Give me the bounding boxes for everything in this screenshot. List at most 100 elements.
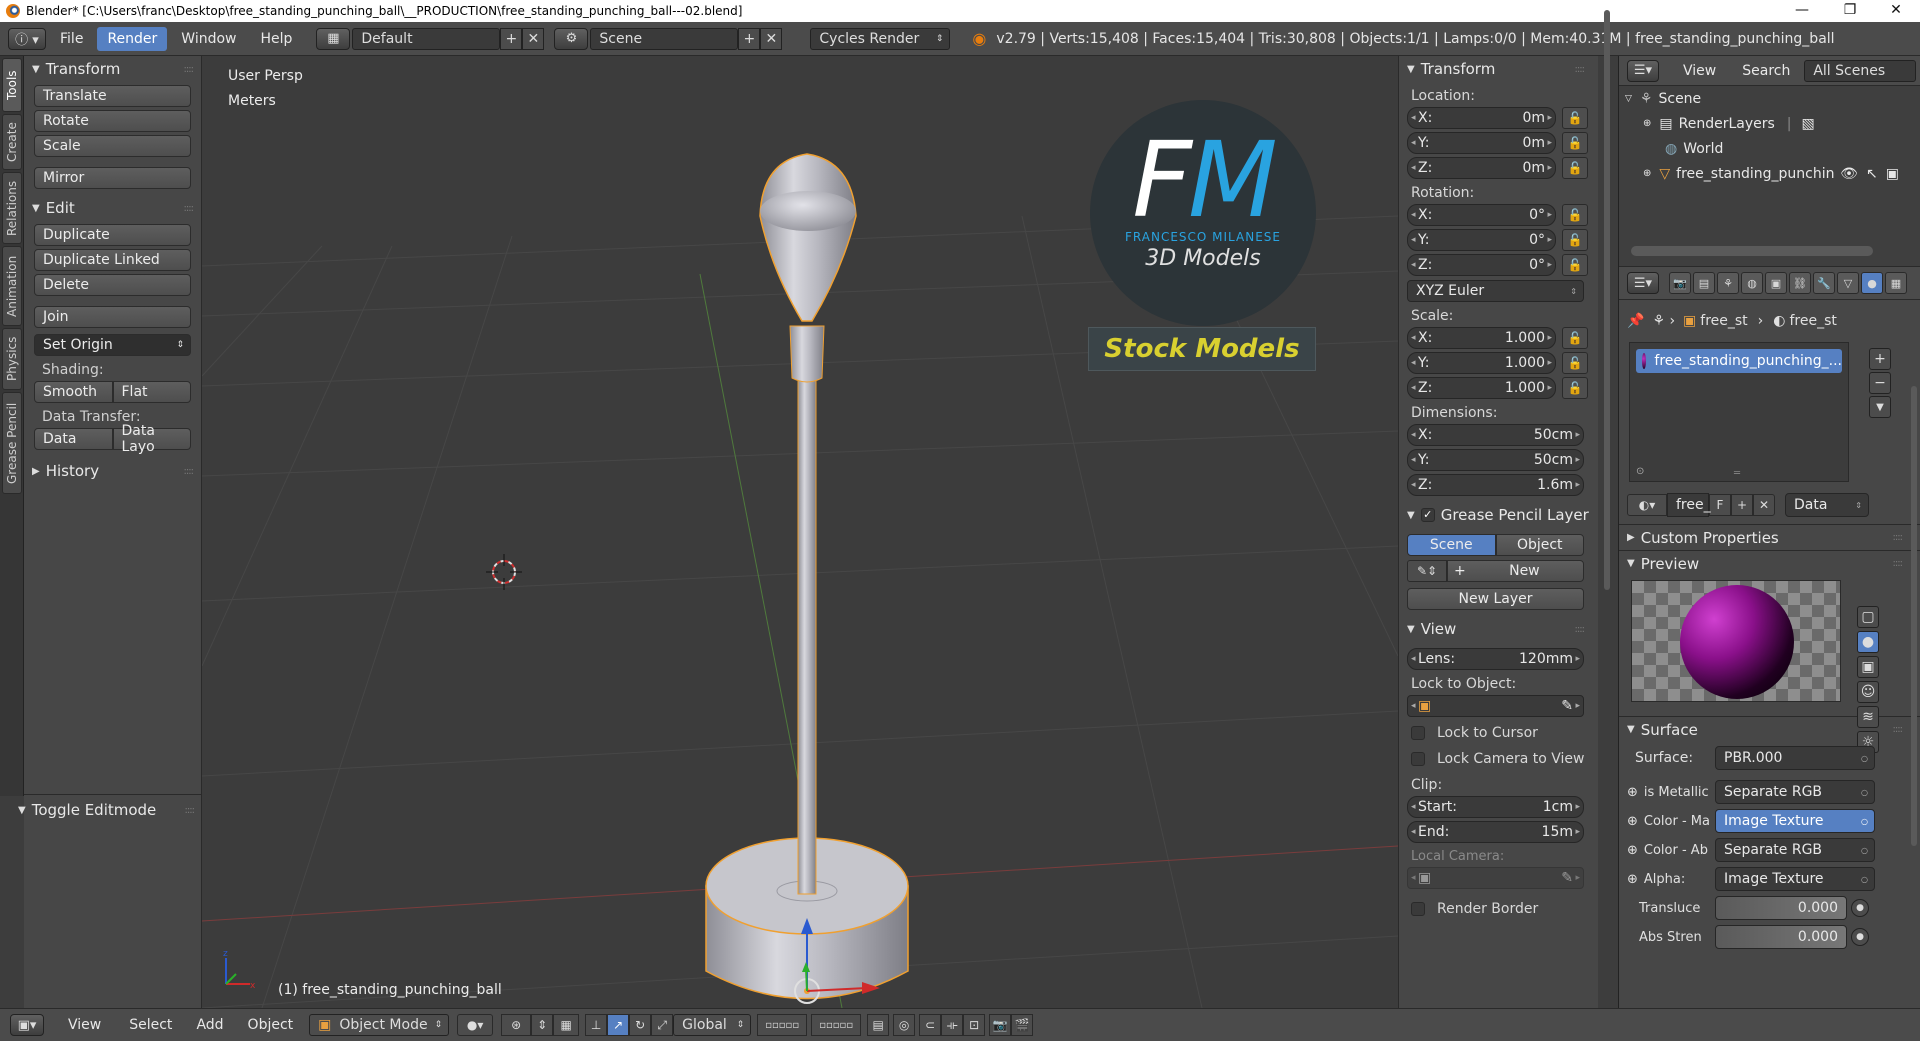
panel-grip-icon[interactable]: ::::: [185, 805, 196, 816]
preview-flat-icon[interactable]: ▢: [1857, 606, 1879, 628]
modifiers-tab-icon[interactable]: 🔧: [1813, 272, 1835, 294]
fake-user-button[interactable]: F: [1709, 494, 1731, 516]
expand-icon[interactable]: ⊕: [1627, 785, 1638, 800]
maximize-button[interactable]: ❐: [1830, 0, 1870, 22]
material-tab-icon[interactable]: ●: [1861, 272, 1883, 294]
lock-object-field[interactable]: ▣✎: [1407, 695, 1584, 717]
join-button[interactable]: Join: [34, 306, 191, 328]
lock-icon[interactable]: 🔓: [1562, 377, 1588, 399]
expand-plus-icon[interactable]: ⊕: [1643, 118, 1651, 129]
menu-window[interactable]: Window: [171, 27, 246, 51]
render-camera-icon[interactable]: ▣: [1886, 166, 1899, 182]
renderlayer-icon[interactable]: ▧: [1802, 116, 1815, 132]
world-tab-icon[interactable]: ◍: [1741, 272, 1763, 294]
flat-button[interactable]: Flat: [112, 381, 191, 403]
lock-icon[interactable]: 🔓: [1562, 229, 1588, 251]
pivot-point-icon[interactable]: ⊛: [501, 1014, 532, 1036]
material-name-field[interactable]: free_: [1667, 493, 1711, 517]
selectable-arrow-icon[interactable]: ↖: [1866, 166, 1878, 182]
transform-panel-header[interactable]: ▼ Transform ::::: [24, 56, 201, 82]
3d-viewport[interactable]: User Persp Meters FM FRANCESCO MILANESE …: [202, 56, 1398, 1008]
mirror-button[interactable]: Mirror: [34, 167, 191, 189]
lens-field[interactable]: Lens: 120mm: [1407, 648, 1584, 670]
clip-start-field[interactable]: Start: 1cm: [1407, 796, 1584, 818]
expand-icon[interactable]: ⊕: [1627, 843, 1638, 858]
rotation-mode-dropdown[interactable]: XYZ Euler ⇕: [1407, 280, 1584, 302]
lock-icon[interactable]: 🔓: [1562, 352, 1588, 374]
editor-type-button[interactable]: ⓘ ▾: [8, 27, 46, 50]
input-link-color-ab[interactable]: Separate RGB ○: [1715, 838, 1875, 862]
3d-view-editor-type-icon[interactable]: ▣▾: [10, 1014, 44, 1036]
opengl-anim-icon[interactable]: 🎬: [1011, 1014, 1034, 1036]
socket-icon[interactable]: ●: [1851, 899, 1869, 917]
lock-to-cursor-row[interactable]: Lock to Cursor: [1411, 725, 1598, 741]
layers-group-2[interactable]: ▫▫▫▫▫: [811, 1014, 862, 1036]
location-z-field[interactable]: Z: 0m: [1407, 157, 1556, 179]
expand-plus-icon[interactable]: ⊕: [1643, 168, 1651, 179]
unlink-material-icon[interactable]: ✕: [1753, 494, 1775, 516]
scale-x-field[interactable]: X: 1.000: [1407, 327, 1556, 349]
punching-ball-model[interactable]: [692, 96, 932, 1008]
grease-pencil-checkbox[interactable]: ✓: [1420, 508, 1435, 522]
outliner-display-mode[interactable]: All Scenes: [1804, 59, 1917, 82]
constraints-tab-icon[interactable]: ⛓: [1789, 272, 1811, 294]
abs-strength-slider[interactable]: 0.000: [1715, 925, 1847, 949]
panel-grip-icon[interactable]: ::::: [1575, 624, 1586, 635]
lock-icon[interactable]: 🔓: [1562, 327, 1588, 349]
location-x-field[interactable]: X: 0m: [1407, 107, 1556, 129]
material-browse-icon[interactable]: ◐▾: [1627, 494, 1667, 516]
tab-relations[interactable]: Relations: [2, 172, 22, 244]
preview-sphere-icon[interactable]: ●: [1857, 631, 1879, 653]
new-layer-button[interactable]: New Layer: [1407, 588, 1584, 610]
screen-layout-icon[interactable]: ▦: [316, 27, 351, 50]
panel-grip-icon[interactable]: ::::: [184, 466, 195, 477]
pin-icon[interactable]: 📌: [1627, 313, 1644, 329]
history-panel-header[interactable]: ▶ History ::::: [24, 458, 201, 484]
data-transfer-button[interactable]: Data: [34, 428, 113, 450]
new-material-icon[interactable]: +: [1731, 494, 1753, 516]
preview-cube-icon[interactable]: ▣: [1857, 656, 1879, 678]
remove-screen-button[interactable]: ✕: [522, 27, 545, 50]
lock-to-cursor-checkbox[interactable]: [1411, 726, 1425, 740]
lock-camera-row[interactable]: Lock Camera to View: [1411, 751, 1598, 767]
manipulator-toggle-icon[interactable]: ⊥: [585, 1014, 608, 1036]
scene-dropdown[interactable]: Scene: [590, 27, 739, 50]
data-tab-icon[interactable]: ▽: [1837, 272, 1859, 294]
lock-layers-icon[interactable]: ▤: [867, 1014, 890, 1036]
input-link-color-ma[interactable]: Image Texture ○: [1715, 809, 1875, 833]
outliner-hscrollbar[interactable]: [1631, 246, 1873, 256]
panel-grip-icon[interactable]: ::::: [1893, 724, 1904, 735]
scale-y-field[interactable]: Y: 1.000: [1407, 352, 1556, 374]
preview-monkey-icon[interactable]: ☺: [1857, 681, 1879, 703]
close-button[interactable]: ✕: [1876, 0, 1916, 22]
view3d-menu-select[interactable]: Select: [119, 1013, 182, 1037]
translate-manipulator-icon[interactable]: ↗: [607, 1014, 630, 1036]
pencil-icon[interactable]: ✎⇕: [1407, 560, 1447, 582]
eyedropper-icon[interactable]: ✎: [1561, 698, 1573, 714]
material-link-dropdown[interactable]: Data ⇕: [1785, 493, 1869, 517]
add-screen-button[interactable]: +: [500, 27, 523, 50]
scale-z-field[interactable]: Z: 1.000: [1407, 377, 1556, 399]
gp-scene-toggle[interactable]: Scene: [1407, 534, 1496, 556]
n-transform-header[interactable]: ▼ Transform ::::: [1399, 56, 1598, 82]
rotation-y-field[interactable]: Y: 0°: [1407, 229, 1556, 251]
lock-icon[interactable]: 🔓: [1562, 157, 1588, 179]
gp-new-button[interactable]: + New: [1447, 560, 1584, 582]
lock-icon[interactable]: 🔓: [1562, 132, 1588, 154]
visibility-eye-icon[interactable]: 👁: [1840, 166, 1858, 182]
clip-end-field[interactable]: End: 15m: [1407, 821, 1584, 843]
render-engine-dropdown[interactable]: Cycles Render ⇕: [810, 27, 951, 50]
dimension-z-field[interactable]: Z: 1.6m: [1407, 474, 1584, 496]
lock-camera-checkbox[interactable]: [1411, 752, 1425, 766]
rotation-z-field[interactable]: Z: 0°: [1407, 254, 1556, 276]
outliner-item-object[interactable]: ⊕ ▽ free_standing_punchin 👁 ↖ ▣: [1619, 161, 1920, 186]
view3d-menu-add[interactable]: Add: [186, 1013, 233, 1037]
render-border-row[interactable]: Render Border: [1411, 901, 1598, 917]
scale-button[interactable]: Scale: [34, 135, 191, 157]
menu-render[interactable]: Render: [97, 26, 168, 51]
dimension-y-field[interactable]: Y: 50cm: [1407, 449, 1584, 471]
object-tab-icon[interactable]: ▣: [1765, 272, 1787, 294]
dimension-x-field[interactable]: X: 50cm: [1407, 424, 1584, 446]
duplicate-linked-button[interactable]: Duplicate Linked: [34, 249, 191, 271]
menu-help[interactable]: Help: [250, 27, 302, 51]
